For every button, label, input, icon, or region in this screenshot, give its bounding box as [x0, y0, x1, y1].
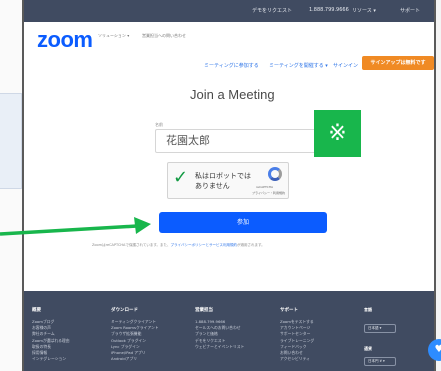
footer-link[interactable]: アクセシビリティ — [280, 356, 314, 362]
topbar-support[interactable]: サポート — [400, 7, 420, 14]
nav-solutions[interactable]: ソリューション ▾ — [98, 33, 129, 39]
recaptcha-text: 私はロボットではありません — [195, 172, 251, 190]
footer-link[interactable]: ライブトレーニング — [280, 338, 314, 344]
topbar-request-demo[interactable]: デモをリクエスト — [252, 7, 292, 14]
terms-prefix: ZoomはreCAPTCHAで保護されています。また、 — [92, 243, 171, 247]
page-title: Join a Meeting — [190, 87, 275, 102]
topbar-phone[interactable]: 1.888.799.9666 — [309, 7, 349, 13]
nav-host-meeting[interactable]: ミーティングを開催する ▾ — [269, 62, 328, 69]
nav-join-meeting[interactable]: ミーティングに参加する — [204, 62, 259, 69]
currency-select[interactable]: 日本円 ¥ ▾ — [364, 357, 396, 366]
topbar-resources[interactable]: リソース ▾ — [352, 7, 376, 14]
recaptcha-brand: reCAPTCHA — [256, 185, 274, 189]
background-right-area — [436, 0, 441, 371]
site-header: zoom ソリューション ▾ 営業担当への問い合わせ — [24, 22, 434, 56]
site-footer: 概要 Zoomブログ お客様の声 弊社のチーム Zoomが選ばれる理由 取扱の特… — [24, 291, 434, 371]
callout-box — [0, 93, 22, 189]
terms-link[interactable]: プライバシーポリシーとサービス利用規約 — [171, 243, 237, 247]
terms-suffix: が適用されます。 — [236, 243, 265, 247]
name-label: 名前 — [155, 122, 163, 127]
join-button[interactable]: 参加 — [159, 212, 327, 233]
nav-contact-sales[interactable]: 営業担当への問い合わせ — [142, 33, 186, 39]
name-input[interactable]: 花園太郎 — [155, 129, 333, 153]
language-heading: 言語 — [364, 307, 372, 312]
browser-page: デモをリクエスト 1.888.799.9666 リソース ▾ サポート zoom… — [22, 0, 436, 371]
footer-column-support: サポート Zoomをテストする アカウントページ サポートセンター ライブトレー… — [280, 307, 314, 362]
annotation-mark: ※ — [314, 110, 361, 157]
recaptcha-privacy-link[interactable]: プライバシー・利用規約 — [252, 191, 285, 195]
recaptcha-logo-icon — [268, 167, 282, 181]
recaptcha-checkbox[interactable]: ✓ — [173, 169, 188, 187]
footer-column-download: ダウンロード ミーティングクライアント Zoom Roomsクライアント ブラウ… — [111, 307, 159, 362]
footer-column-sales: 営業担当 1.888.799.9666 セールスへのお問い合わせ プランと価格 … — [195, 307, 244, 350]
footer-heading: ダウンロード — [111, 308, 138, 313]
footer-heading: 営業担当 — [195, 308, 213, 313]
language-select[interactable]: 日本語 ▾ — [364, 324, 396, 333]
footer-link[interactable]: Zoomが選ばれる理由 — [32, 338, 70, 344]
nav-sign-in[interactable]: サインイン — [333, 62, 358, 69]
footer-link[interactable]: ウェビナーとイベントリスト — [195, 344, 244, 350]
signup-button[interactable]: サインアップは無料です — [362, 56, 434, 70]
currency-heading: 通貨 — [364, 346, 372, 351]
footer-heading: サポート — [280, 308, 298, 313]
footer-link[interactable]: サポートセンター — [280, 331, 314, 337]
footer-link[interactable]: インテグレーション — [32, 356, 70, 362]
zoom-logo[interactable]: zoom — [37, 27, 93, 53]
top-utility-bar: デモをリクエスト 1.888.799.9666 リソース ▾ サポート — [24, 0, 434, 22]
recaptcha-widget: ✓ 私はロボットではありません reCAPTCHA プライバシー・利用規約 — [167, 162, 289, 199]
footer-link[interactable]: Androidアプリ — [111, 356, 159, 362]
footer-column-about: 概要 Zoomブログ お客様の声 弊社のチーム Zoomが選ばれる理由 取扱の特… — [32, 307, 70, 362]
terms-notice: ZoomはreCAPTCHAで保護されています。また、プライバシーポリシーとサー… — [92, 243, 392, 248]
footer-heading: 概要 — [32, 308, 41, 313]
